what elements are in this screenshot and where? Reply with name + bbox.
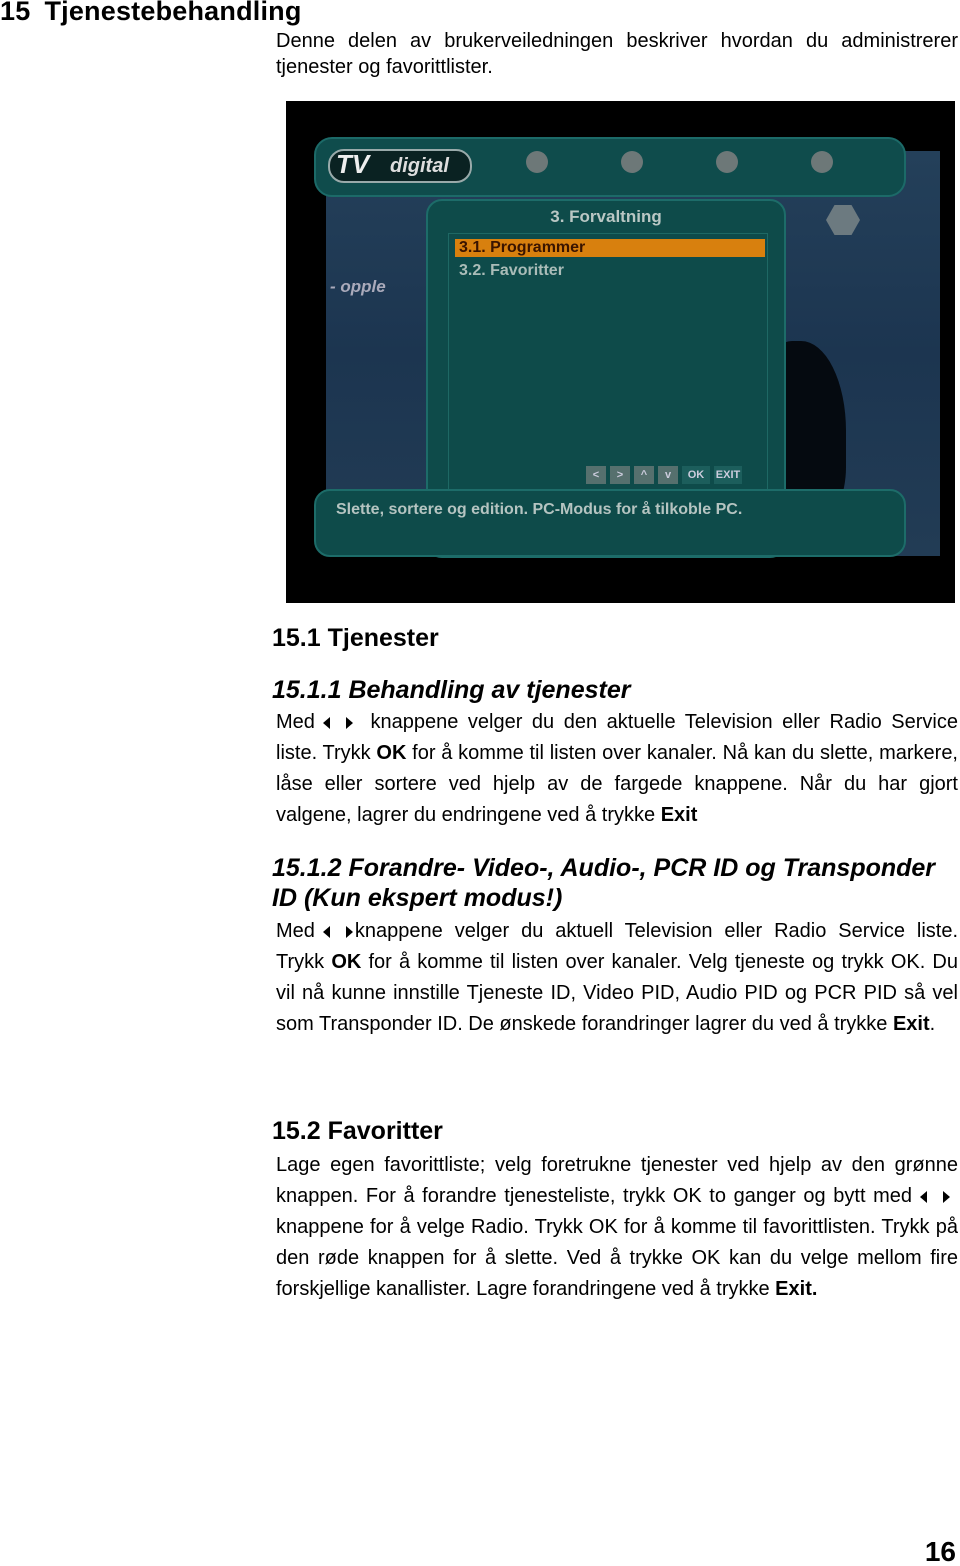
menu-item-favoritter[interactable]: 3.2. Favoritter [455,262,765,280]
manual-page: 15 Tjenestebehandling Denne delen av bruk… [0,0,960,1566]
section-heading-15-2: 15.2 Favoritter [272,1117,443,1145]
triangle-right-icon [345,716,353,729]
intro-paragraph: Denne delen av brukerveiledningen beskri… [276,30,958,78]
page-number: 16 [924,1536,956,1566]
dot-icon [716,151,738,173]
menu-title: 3. Forvaltning [550,207,662,226]
right-button[interactable]: > [610,466,630,484]
section-heading-15-1-2: 15.1.2 Forandre- Video-, Audio-, PCR ID … [272,854,936,912]
up-button[interactable]: ^ [634,466,654,484]
triangle-left-icon [322,716,330,729]
menu-item-programmer[interactable]: 3.1. Programmer [455,239,765,257]
left-button[interactable]: < [586,466,606,484]
down-button[interactable]: v [658,466,678,484]
dot-icon [811,151,833,173]
ok-button[interactable]: OK [682,466,710,484]
help-bar: Slette, sortere og edition. PC-Modus for… [314,489,906,557]
exit-button[interactable]: EXIT [714,466,742,484]
triangle-right-icon [345,925,353,938]
dot-icon [621,151,643,173]
paragraph-15-1-2: Med knappene velger du aktuell Television… [276,920,959,1035]
triangle-right-icon [943,1190,950,1203]
triangle-left-icon [322,925,330,938]
section-heading-15-1-1: 15.1.1 Behandling av tjenester [272,676,631,704]
section-heading-15-1: 15.1 Tjenester [272,624,439,652]
tv-menu-screenshot: - opple TV digital 3. Forvaltning 3.1. Pr… [286,101,955,603]
nav-buttons: < > ^ v OK EXIT [586,465,746,484]
dot-icon [526,151,548,173]
tv-digital-logo: TV digital [328,149,472,183]
paragraph-15-2: Lage egen favorittliste; velg foretrukne… [276,1154,958,1300]
chapter-heading: 15 Tjenestebehandling [0,0,302,26]
help-text: Slette, sortere og edition. PC-Modus for… [336,501,743,518]
side-text: - opple [330,277,386,296]
triangle-left-icon [920,1190,927,1203]
top-bar: TV digital [314,137,906,197]
paragraph-15-1-1: Med knappene velger du den aktuelle Tele… [276,711,958,826]
